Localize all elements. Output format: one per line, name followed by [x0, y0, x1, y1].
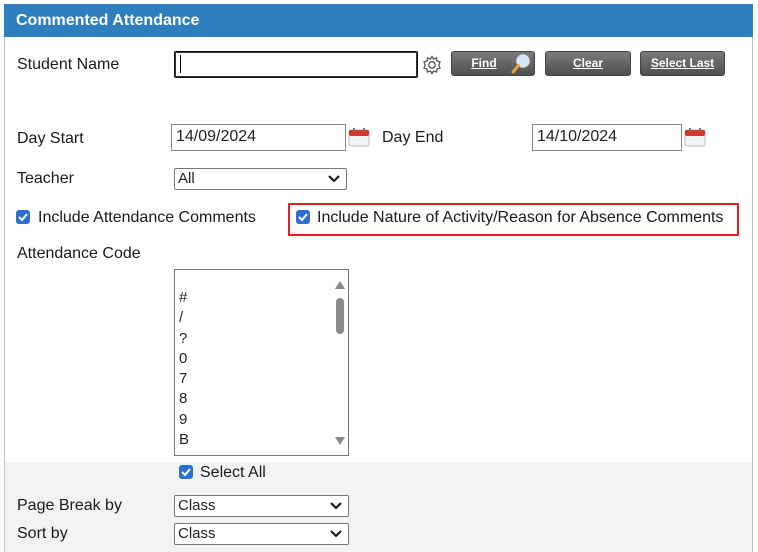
- include-attendance-comments-label[interactable]: Include Attendance Comments: [38, 209, 256, 227]
- list-item[interactable]: B: [179, 431, 189, 448]
- list-item[interactable]: 8: [179, 390, 187, 407]
- include-attendance-comments-checkbox[interactable]: [16, 210, 30, 224]
- include-nature-comments-checkbox[interactable]: [296, 210, 310, 224]
- select-all-label[interactable]: Select All: [200, 464, 266, 482]
- teacher-select[interactable]: All: [174, 168, 347, 190]
- sort-by-label: Sort by: [17, 525, 68, 542]
- sort-by-selected-value: Class: [178, 525, 216, 542]
- select-last-button[interactable]: Select Last: [640, 51, 725, 76]
- scrollbar[interactable]: [332, 270, 348, 455]
- list-item[interactable]: 7: [179, 370, 187, 387]
- student-name-label: Student Name: [17, 56, 120, 73]
- clear-button[interactable]: Clear: [545, 51, 631, 76]
- page-break-selected-value: Class: [178, 497, 216, 514]
- page-break-label: Page Break by: [17, 497, 122, 514]
- attendance-code-listbox[interactable]: # / ? 0 7 8 9 B: [174, 269, 349, 456]
- day-end-input[interactable]: 14/10/2024: [532, 124, 682, 151]
- list-item[interactable]: ?: [179, 330, 187, 347]
- day-start-input[interactable]: 14/09/2024: [171, 124, 346, 151]
- find-button[interactable]: Find: [451, 51, 535, 76]
- select-all-checkbox[interactable]: [179, 465, 193, 479]
- day-end-label: Day End: [382, 129, 444, 146]
- calendar-icon[interactable]: [348, 127, 370, 147]
- attendance-code-label: Attendance Code: [17, 245, 141, 262]
- find-button-label: Find: [471, 56, 497, 70]
- day-start-label: Day Start: [17, 130, 84, 147]
- list-item[interactable]: 9: [179, 411, 187, 428]
- teacher-selected-value: All: [178, 170, 195, 187]
- gear-icon[interactable]: [421, 54, 443, 76]
- sort-by-select[interactable]: Class: [174, 523, 349, 545]
- include-nature-comments-label[interactable]: Include Nature of Activity/Reason for Ab…: [317, 209, 723, 227]
- magnifier-icon: [510, 52, 532, 75]
- text-caret: [180, 54, 181, 73]
- list-item[interactable]: 0: [179, 350, 187, 367]
- list-item[interactable]: /: [179, 309, 183, 326]
- chevron-down-icon: [330, 496, 342, 516]
- page-break-select[interactable]: Class: [174, 495, 349, 517]
- panel-title: Commented Attendance: [4, 4, 753, 37]
- list-item[interactable]: #: [179, 289, 187, 306]
- chevron-down-icon: [328, 169, 340, 189]
- calendar-icon[interactable]: [684, 127, 706, 147]
- teacher-label: Teacher: [17, 170, 74, 187]
- student-name-input[interactable]: [174, 51, 418, 78]
- chevron-down-icon: [330, 524, 342, 544]
